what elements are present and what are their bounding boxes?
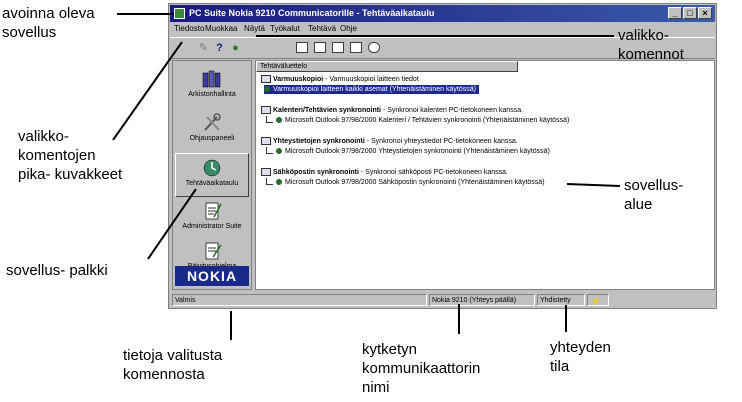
task-item-email[interactable]: Microsoft Outlook 97/98/2000 Sähköpostin…: [266, 178, 545, 187]
start-task-icon[interactable]: [368, 42, 380, 53]
maximize-button[interactable]: □: [683, 7, 697, 19]
task-group-backup[interactable]: Varmuuskopioi - Varmuuskopioi laitteen t…: [261, 75, 419, 84]
run-icon[interactable]: ●: [228, 41, 243, 55]
help-icon[interactable]: ?: [212, 41, 227, 55]
appbar-label-archive: Arkistonhallinta: [188, 91, 236, 98]
menu-edit[interactable]: Muokkaa: [205, 22, 237, 36]
task-group-contacts[interactable]: Yhteystietojen synkronointi - Synkronoi …: [261, 137, 518, 146]
callout-command-info: tietoja valitusta komennosta: [123, 347, 223, 383]
contacts-sync-icon: [261, 137, 271, 146]
appbar-label-admin-suite: Administrator Suite: [182, 223, 242, 230]
edit-task-icon[interactable]: [350, 42, 362, 53]
title-bar[interactable]: PC Suite Nokia 9210 Communicatorille - T…: [170, 5, 715, 22]
appbar-item-admin-suite[interactable]: Administrator Suite: [175, 197, 249, 241]
close-button[interactable]: ×: [698, 7, 712, 19]
task-status-icon: [276, 117, 282, 124]
connection-icon: ⚡: [587, 294, 609, 306]
appbar-item-task-scheduler[interactable]: Tehtäväaikataulu: [175, 153, 249, 197]
menu-tools[interactable]: Työkalut: [270, 22, 300, 36]
window-title: PC Suite Nokia 9210 Communicatorille - T…: [189, 8, 435, 18]
status-device-name: Nokia 9210 (Yhteys päällä): [429, 294, 535, 306]
new-task-icon[interactable]: [314, 42, 326, 53]
callout-open-app: avoinna oleva sovellus: [2, 5, 95, 41]
callout-app-bar: sovellus- palkki: [6, 262, 108, 279]
application-bar: Arkistonhallinta Ohjauspaneeli Tehtäväai…: [172, 60, 252, 290]
copy-task-icon[interactable]: [332, 42, 344, 53]
appbar-item-updater[interactable]: Päivitysohjelma: [175, 241, 249, 270]
task-status-icon: [276, 148, 282, 155]
appbar-label-control-panel: Ohjauspaneeli: [189, 135, 235, 142]
task-group-calendar[interactable]: Kalenteri/Tehtävien synkronointi - Synkr…: [261, 106, 523, 115]
status-connection: Yhdistetty: [537, 294, 585, 306]
edit-icon[interactable]: ✎: [196, 41, 211, 55]
menu-view[interactable]: Näytä: [244, 22, 265, 36]
callout-connection-state: yhteyden tila: [550, 339, 611, 375]
status-bar: Valmis Nokia 9210 (Yhteys päällä) Yhdist…: [170, 293, 715, 307]
task-list-header[interactable]: Tehtäväluettelo: [256, 61, 518, 72]
appbar-label-task-scheduler: Tehtäväaikataulu: [185, 180, 239, 187]
backup-icon: [261, 75, 271, 84]
appbar-item-control-panel[interactable]: Ohjauspaneeli: [175, 109, 249, 153]
callout-app-area: sovellus- alue: [624, 177, 684, 213]
callout-menu-commands: valikko- komennot: [618, 27, 684, 63]
menu-task[interactable]: Tehtävä: [308, 22, 336, 36]
window-icon[interactable]: [296, 42, 308, 53]
nokia-logo: NOKIA: [175, 266, 249, 286]
callout-device-name: kytketyn kommunikaattorin nimi: [362, 341, 481, 396]
app-icon: [174, 8, 185, 19]
menu-file[interactable]: Tiedosto: [174, 22, 204, 36]
menu-help[interactable]: Ohje: [340, 22, 357, 36]
email-sync-icon: [261, 168, 271, 177]
callout-shortcut-icons: valikko- komentojen pika- kuvakkeet: [18, 128, 123, 183]
task-item-backup[interactable]: Varmuuskopioi laitteen kaikki asemat (Yh…: [264, 85, 479, 94]
task-list-area: Tehtäväluettelo Varmuuskopioi - Varmuusk…: [255, 60, 715, 290]
minimize-button[interactable]: _: [668, 7, 682, 19]
task-status-icon: [264, 86, 270, 93]
status-message: Valmis: [172, 294, 427, 306]
calendar-sync-icon: [261, 106, 271, 115]
task-item-calendar[interactable]: Microsoft Outlook 97/98/2000 Kalenteri /…: [266, 116, 569, 125]
scheduler-icon: [203, 159, 221, 177]
task-item-contacts[interactable]: Microsoft Outlook 97/98/2000 Yhteystieto…: [266, 147, 550, 156]
appbar-item-archive[interactable]: Arkistonhallinta: [175, 65, 249, 109]
tools-icon: [204, 113, 221, 131]
task-status-icon: [276, 179, 282, 186]
task-group-email[interactable]: Sähköpostin synkronointi - Synkronoi säh…: [261, 168, 508, 177]
update-icon: [205, 242, 222, 260]
clipboard-icon: [205, 202, 222, 220]
archive-icon: [202, 70, 221, 88]
